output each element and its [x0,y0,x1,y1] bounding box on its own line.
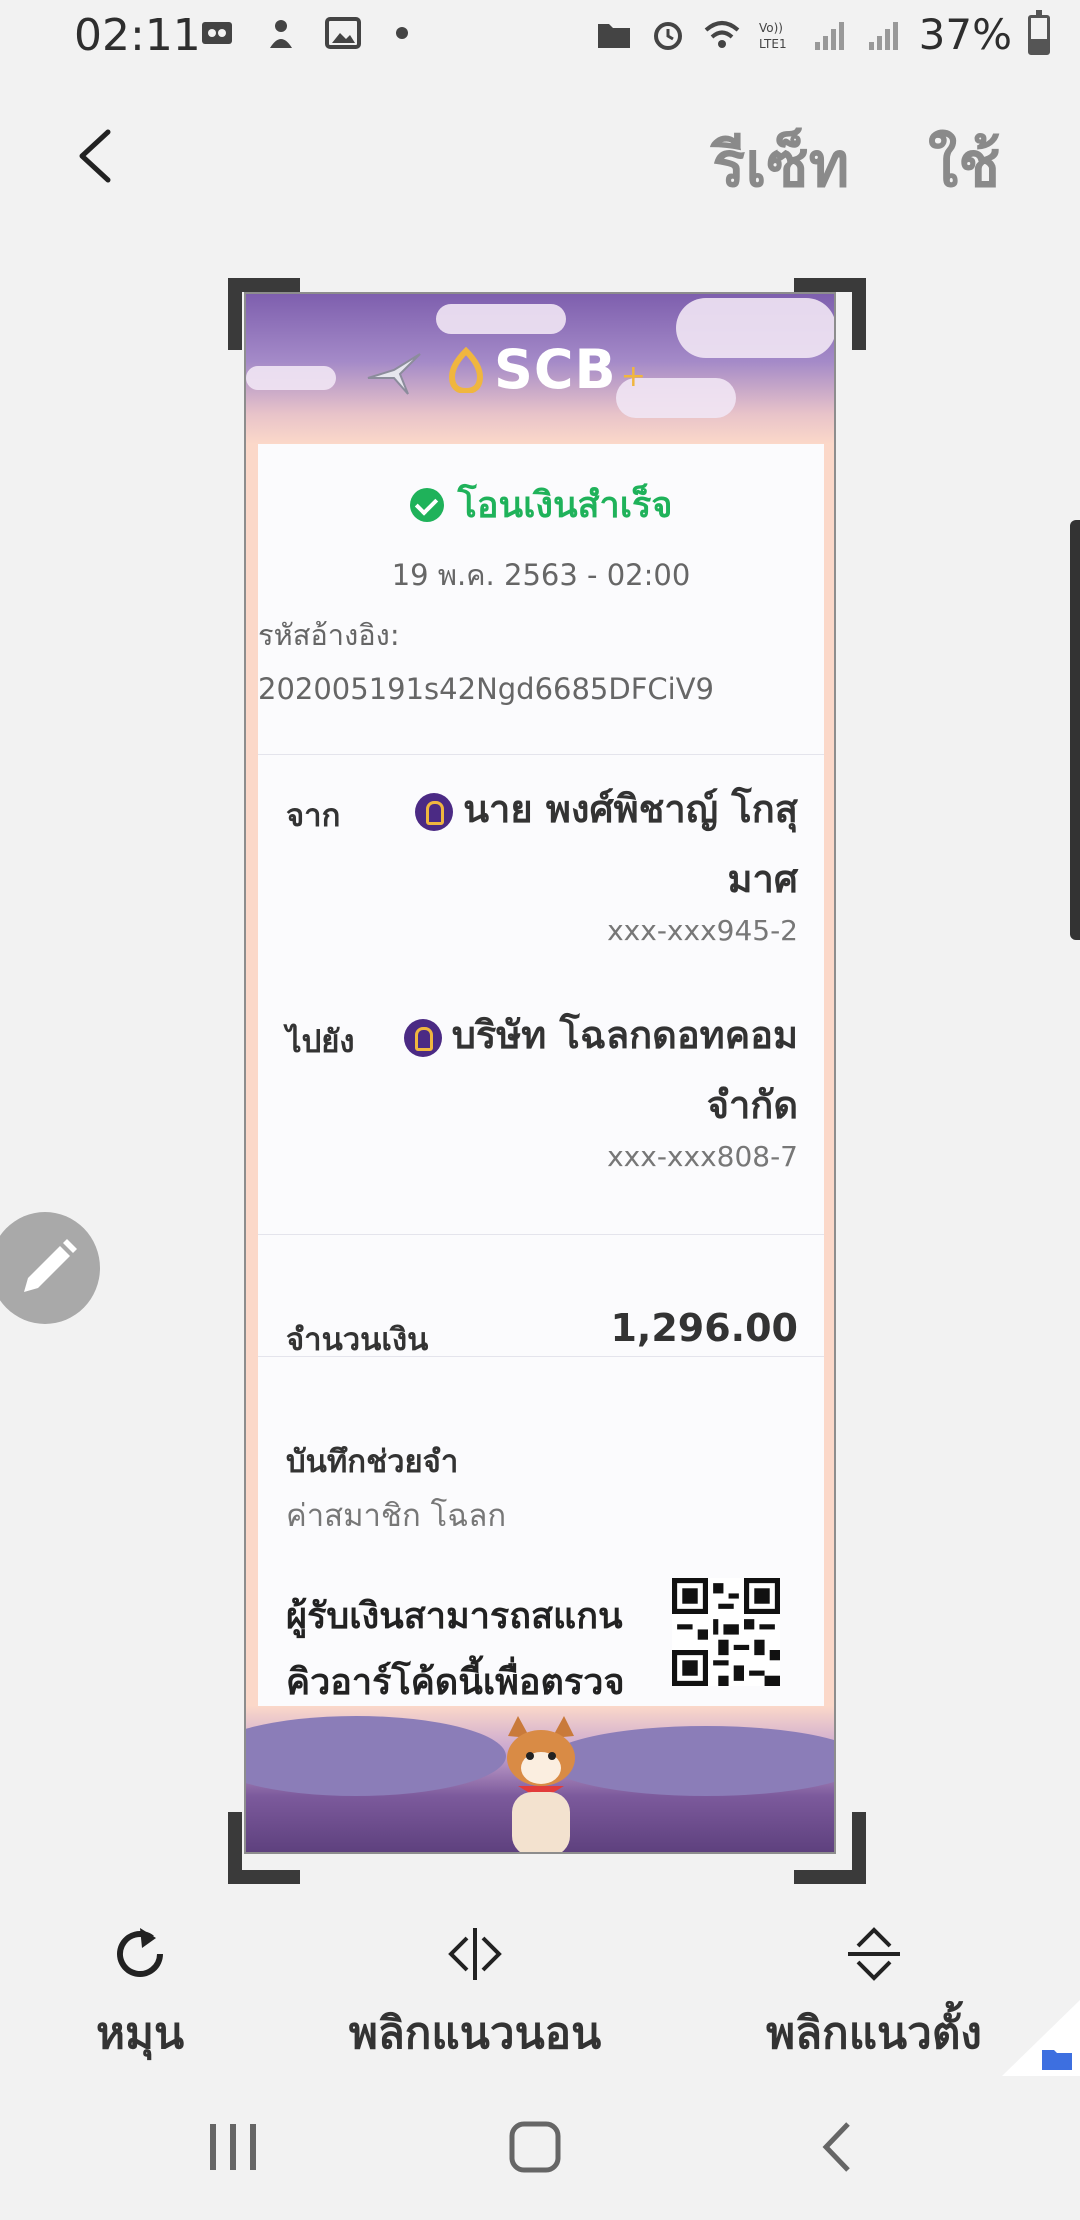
crop-handle-bottom-right[interactable] [794,1812,866,1884]
status-time: 02:11 [74,10,201,61]
svg-text:Vo)): Vo)) [759,21,783,35]
reference-label: รหัสอ้างอิง: [258,618,400,652]
bird-icon [367,353,421,395]
to-name: บริษัท โฉลกดอทคอม จำกัด [378,1000,798,1140]
memo-label: บันทึกช่วยจำ [286,1444,459,1480]
from-account: xxx-xxx945-2 [607,914,798,947]
brand-name: SCB [494,338,617,401]
crop-handle-bottom-left[interactable] [228,1812,300,1884]
scb-bank-icon [403,1018,442,1057]
status-right: Vo)) LTE1 37% [595,9,1050,59]
done-button[interactable]: ใช้ [928,116,1000,214]
memo-value: ค่าสมาชิก โฉลก [286,1498,507,1534]
qr-instruction: ผู้รับเงินสามารถสแกนคิวอาร์โค้ดนี้เพื่อต… [286,1596,625,1703]
qr-code [672,1578,780,1686]
receipt-header: SCB + [246,294,834,444]
edit-button[interactable] [0,1212,100,1324]
reset-button[interactable]: รีเซ็ท [712,116,849,214]
flip-horizontal-label: พลิกแนวนอน [348,2008,602,2059]
rotate-button[interactable]: หมุน [84,1924,196,2068]
back-arrow-icon[interactable] [72,126,120,186]
status-bar: 02:11 Vo)) LTE1 37% [0,0,1080,72]
scb-logo: SCB + [446,338,646,401]
flip-vertical-icon [848,1927,900,1981]
hill-decoration [546,1726,834,1796]
flip-horizontal-button[interactable]: พลิกแนวนอน [340,1924,610,2068]
cloud-decoration [436,304,566,334]
signal-1-icon [814,21,844,50]
battery-percent: 37% [918,10,1012,59]
receipt-card: โอนเงินสำเร็จ 19 พ.ค. 2563 - 02:00 รหัสอ… [258,444,824,1706]
parties-section: จาก นาย พงศ์พิชาญ์ โกสุมาศ xxx-xxx945-2 … [258,754,824,1235]
app-notification-icon [270,20,292,48]
to-label: ไปยัง [286,1024,355,1060]
status-section: โอนเงินสำเร็จ 19 พ.ค. 2563 - 02:00 รหัสอ… [258,444,824,755]
volte-lte-icon: Vo)) LTE1 [759,21,787,51]
to-name-text: บริษัท โฉลกดอทคอม จำกัด [451,1013,798,1127]
home-icon[interactable] [509,2121,561,2173]
battery-fill [1031,38,1047,52]
scb-logo-icon [448,346,484,393]
amount-label: จำนวนเงิน [286,1322,429,1358]
transfer-datetime: 19 พ.ค. 2563 - 02:00 [391,558,691,592]
edge-panel-handle[interactable] [1070,520,1080,940]
recent-apps-icon[interactable] [210,2124,256,2170]
wifi-icon [704,20,739,48]
from-name: นาย พงศ์พิชาญ์ โกสุมาศ [378,774,798,914]
image-icon [325,17,361,49]
flip-vertical-label: พลิกแนวตั้ง [766,2008,982,2059]
hill-decoration [246,1716,506,1796]
battery-icon [1028,9,1050,55]
more-notifications-icon [396,27,408,39]
signal-2-icon [868,21,898,50]
status-line: โอนเงินสำเร็จ [258,476,824,533]
from-label: จาก [286,798,341,834]
navigation-bar [210,2121,850,2173]
transfer-status: โอนเงินสำเร็จ [457,485,673,526]
flip-horizontal-icon [448,1928,502,1980]
reference-value: 202005191s42Ngd6685DFCiV9 [258,672,714,706]
check-circle-icon [409,487,444,522]
scb-bank-icon [415,792,454,831]
folder-lock-icon [597,23,630,48]
cloud-decoration [246,366,336,390]
crop-handle-top-right[interactable] [794,278,866,350]
receipt-footer-illustration [246,1706,834,1852]
rotate-icon [117,1928,163,1977]
back-nav-icon[interactable] [822,2122,850,2172]
alarm-icon [653,21,682,50]
from-name-text: นาย พงศ์พิชาญ์ โกสุมาศ [463,787,798,901]
amount-value: 1,296.00 [610,1306,798,1350]
voicemail-icon [202,22,232,44]
to-account: xxx-xxx808-7 [607,1140,798,1173]
crop-image-area[interactable]: SCB + โอนเงินสำเร็จ 19 พ.ค. 2563 - 02:00… [244,292,836,1854]
secure-folder-icon[interactable] [1002,2000,1080,2076]
notification-icons [200,16,408,50]
rotate-label: หมุน [95,2008,185,2059]
svg-text:LTE1: LTE1 [759,37,787,51]
pencil-icon [24,1239,77,1292]
flip-vertical-button[interactable]: พลิกแนวตั้ง [754,1924,994,2068]
crop-handle-top-left[interactable] [228,278,300,350]
shiba-dog-mascot [507,1716,575,1852]
brand-plus-mark: + [620,359,646,394]
